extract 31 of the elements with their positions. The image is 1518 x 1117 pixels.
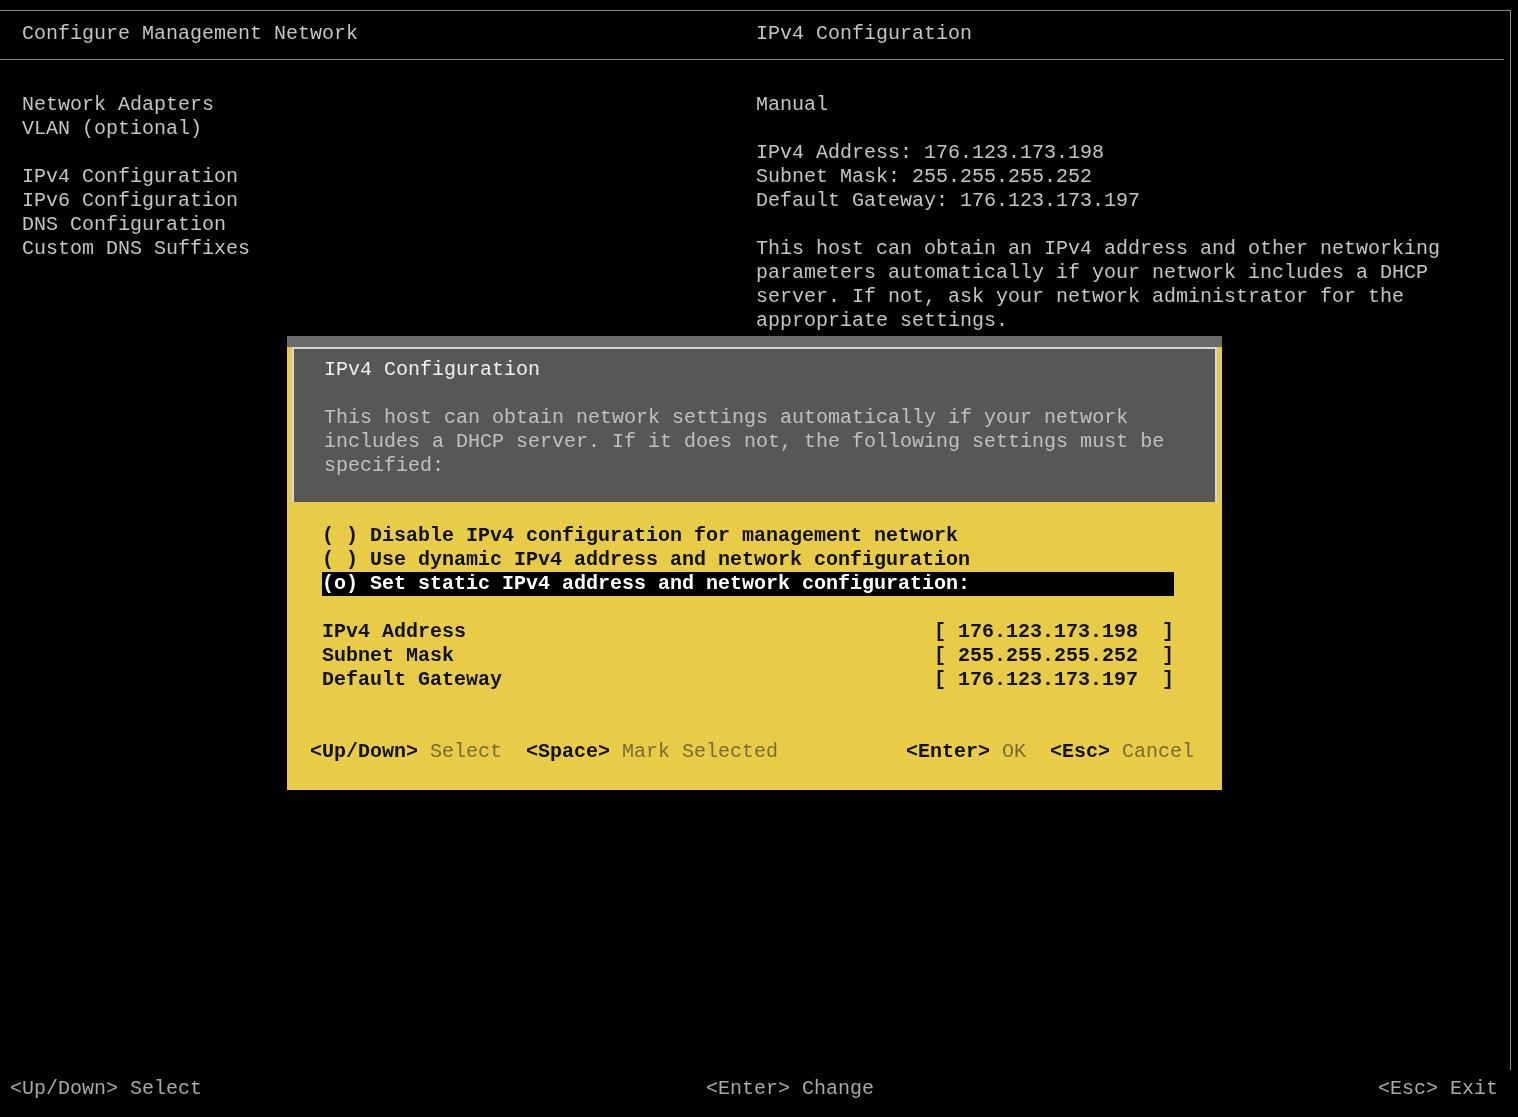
field-label: IPv4 Address [322,620,467,644]
dialog-description: This host can obtain network settings automatically if your network includes a DHCP server. If it does not, the following settings must be specified: [324,406,1166,478]
radio-option[interactable]: (o) Set static IPv4 address and network configuration: [322,572,1174,596]
key-hint: <Esc> Cancel [1049,740,1194,764]
menu-item[interactable]: Network Adapters [22,93,756,117]
screen-title: Configure Management Network [21,22,360,46]
menu-item[interactable]: IPv6 Configuration [22,189,756,213]
key-hint: <Space> Mark Selected [526,740,779,764]
menu-item[interactable]: IPv4 Configuration [22,165,756,189]
input-field[interactable]: [ 176.123.173.197 ] [933,668,1174,692]
menu-item[interactable]: Custom DNS Suffixes [22,237,756,261]
field-label: Default Gateway [322,668,503,692]
setting-text: Subnet Mask: 255.255.255.252 [756,165,1094,189]
key-hint: <Up/Down> Select [310,740,503,764]
key-hint: <Esc> Exit [1377,1077,1498,1101]
key-hint: <Enter> Change [706,1077,874,1101]
radio-option[interactable]: ( ) Disable IPv4 configuration for management network [322,524,1174,548]
dialog-title: IPv4 Configuration [324,358,542,382]
setting-text: IPv4 Address: 176.123.173.198 [756,141,1106,165]
setting-text: Default Gateway: 176.123.173.197 [756,189,1142,213]
menu-item[interactable]: DNS Configuration [22,213,756,237]
panel-title: IPv4 Configuration [756,22,974,46]
description-text: This host can obtain an IPv4 address and other networking parameters automatically if your network includes a DHCP server. If not, ask your network administrator for the appropriate settings. [756,237,1442,333]
mode-text: Manual [756,93,829,117]
input-field[interactable]: [ 176.123.173.198 ] [933,620,1174,644]
key-hint: <Up/Down> Select [10,1077,203,1101]
input-field[interactable]: [ 255.255.255.252 ] [933,644,1174,668]
field-label: Subnet Mask [322,644,455,668]
radio-option[interactable]: ( ) Use dynamic IPv4 address and network configuration [322,548,1174,572]
menu-item[interactable]: VLAN (optional) [22,117,756,141]
key-hint: <Enter> OK [905,740,1026,764]
